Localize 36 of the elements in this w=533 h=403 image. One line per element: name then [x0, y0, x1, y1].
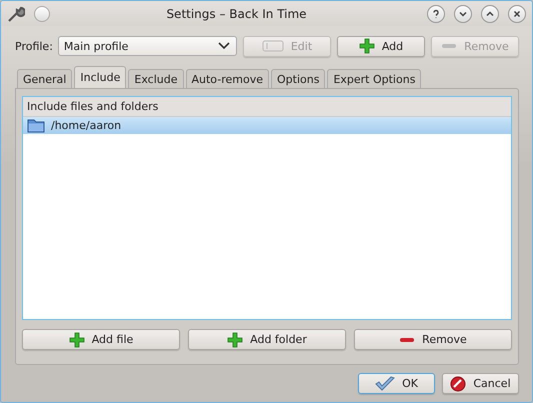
- tab[interactable]: Include: [74, 66, 126, 88]
- maximize-button[interactable]: [481, 4, 499, 22]
- folder-icon: [27, 118, 45, 133]
- tab[interactable]: General: [17, 69, 72, 88]
- cancel-button[interactable]: Cancel: [442, 373, 519, 394]
- add-button[interactable]: Add file: [22, 329, 180, 350]
- profile-dropdown[interactable]: Main profile: [58, 36, 237, 56]
- tab[interactable]: Exclude: [128, 69, 184, 88]
- plus-icon: [227, 332, 244, 348]
- profile-label: Profile:: [15, 40, 53, 52]
- folder-path: /home/aaron: [51, 119, 122, 132]
- wrench-icon: [7, 4, 25, 22]
- minimize-button[interactable]: [454, 4, 472, 22]
- tab[interactable]: Options: [270, 69, 326, 88]
- add-profile-button[interactable]: Add: [337, 36, 425, 56]
- remove-button[interactable]: Remove: [354, 329, 512, 350]
- help-icon: [431, 8, 441, 18]
- ok-button[interactable]: OK: [358, 373, 435, 394]
- window-title: Settings – Back In Time: [165, 6, 308, 20]
- tab[interactable]: Auto-remove: [186, 69, 269, 88]
- help-button[interactable]: [427, 4, 445, 22]
- caret-icon: [218, 42, 230, 50]
- close-button[interactable]: [508, 4, 526, 22]
- minus-icon: [399, 336, 416, 342]
- cancel-icon: [450, 376, 466, 392]
- plus-icon: [68, 332, 85, 348]
- chevron-up-icon: [485, 8, 495, 18]
- list-header: Include files and folders: [23, 97, 511, 117]
- checkmark-icon: [375, 376, 396, 392]
- text-field-icon: [262, 40, 284, 52]
- minus-icon: [441, 43, 458, 49]
- close-icon: [512, 8, 522, 18]
- list-row[interactable]: /home/aaron: [23, 117, 511, 134]
- add-button[interactable]: Add folder: [188, 329, 346, 350]
- tab[interactable]: Expert Options: [327, 69, 422, 88]
- plus-icon: [358, 38, 375, 54]
